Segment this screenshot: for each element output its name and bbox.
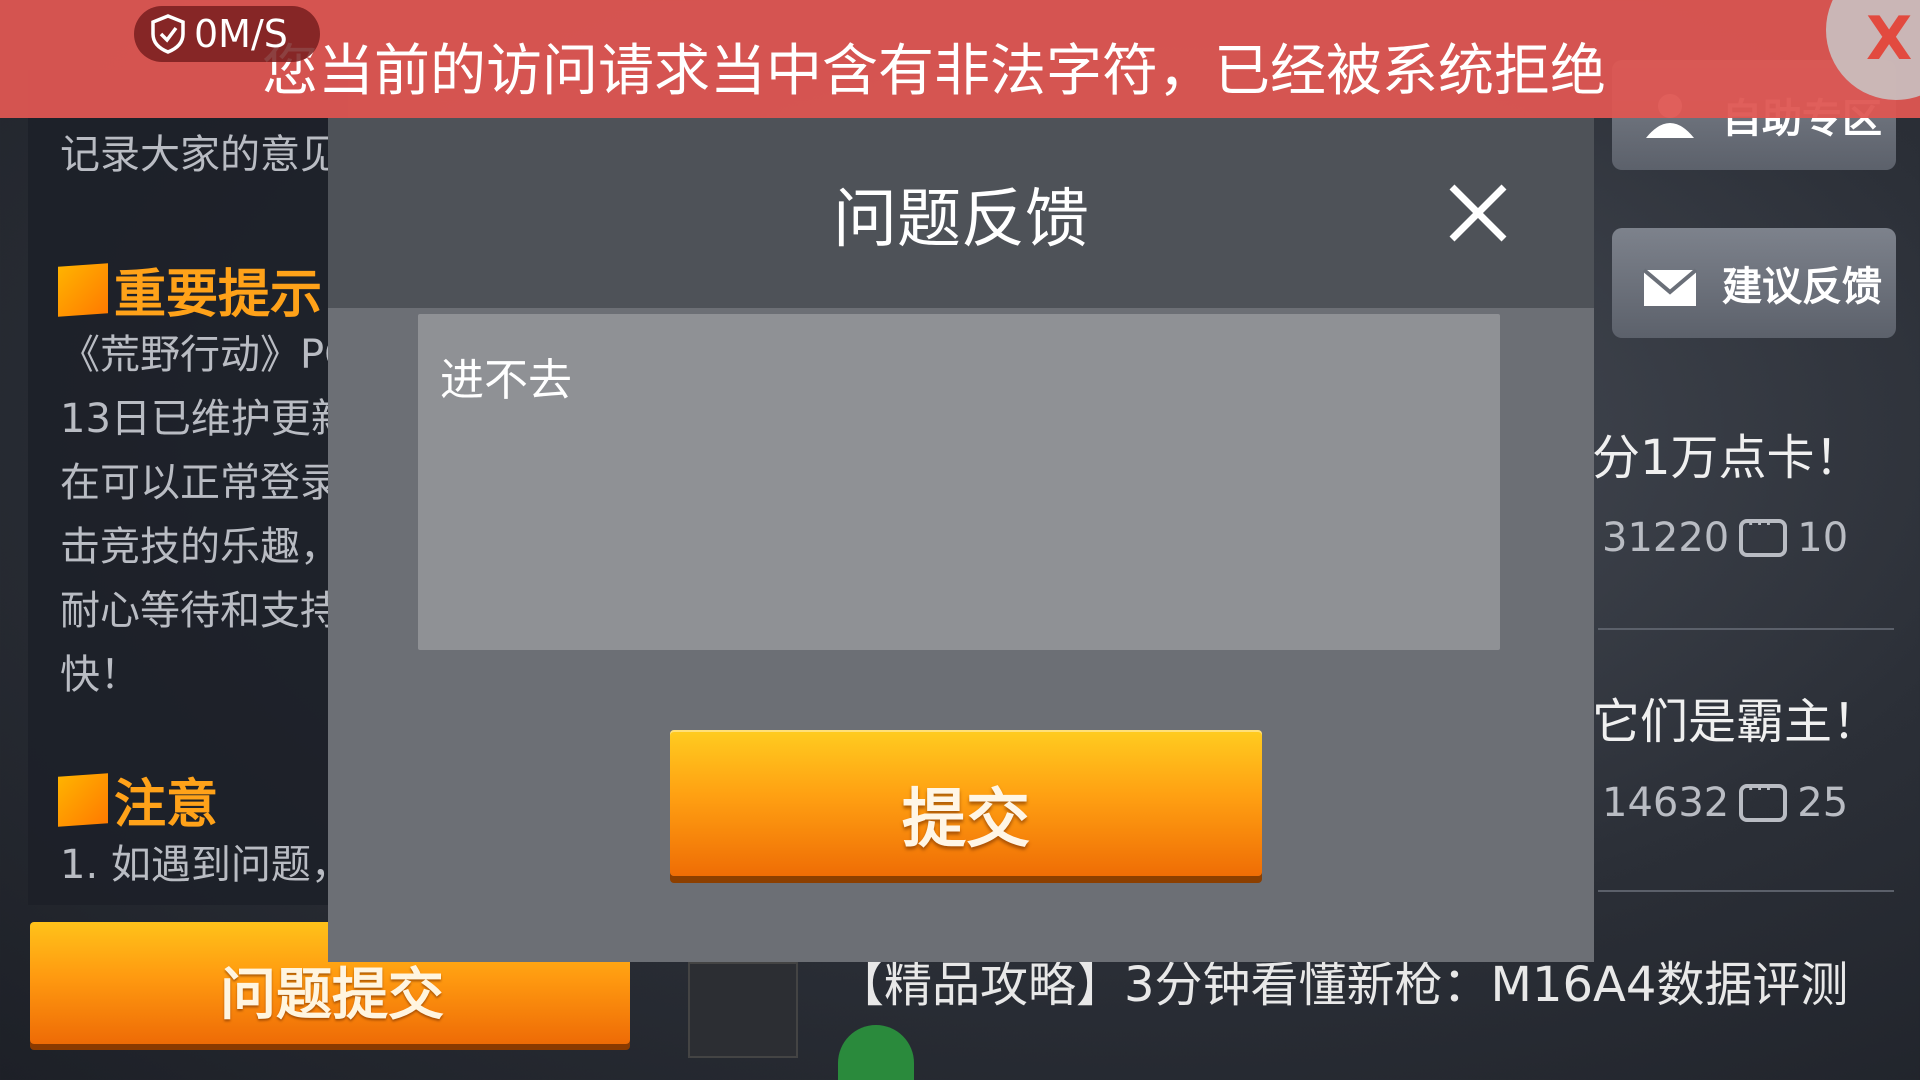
tab-feedback[interactable]: 建议反馈 xyxy=(1612,228,1896,338)
divider xyxy=(1598,890,1894,892)
avatar xyxy=(838,1025,914,1080)
comment-icon xyxy=(1739,772,1788,822)
notice-heading: 注意 xyxy=(58,762,218,837)
notice-line: 1. 如遇到问题， xyxy=(60,842,351,888)
close-icon: X xyxy=(1866,4,1913,74)
post-thumbnail[interactable] xyxy=(688,962,798,1058)
feedback-modal: 问题反馈 进不去 提交 xyxy=(328,118,1594,962)
submit-button[interactable]: 提交 xyxy=(670,730,1262,876)
modal-title: 问题反馈 xyxy=(833,183,1089,257)
view-count: 31220 xyxy=(1602,515,1730,561)
post-meta: 14632 25 xyxy=(1602,772,1849,826)
intro-text: 记录大家的意见 xyxy=(60,132,340,178)
important-heading: 重要提示 xyxy=(58,252,322,327)
envelope-icon xyxy=(1642,268,1698,306)
important-line: 快！ xyxy=(60,652,140,698)
important-line: 《荒野行动》PC xyxy=(60,332,353,378)
network-speed-badge: 0M/S xyxy=(134,6,320,62)
comment-icon xyxy=(1739,507,1788,557)
bullet-square-icon xyxy=(58,772,108,827)
close-icon xyxy=(1449,184,1507,242)
important-line: 耐心等待和支持 xyxy=(60,588,340,634)
comment-count: 25 xyxy=(1797,780,1849,826)
close-button[interactable] xyxy=(1438,173,1518,253)
shield-icon xyxy=(151,14,185,54)
important-line: 击竞技的乐趣， xyxy=(60,524,340,570)
important-line: 在可以正常登录 xyxy=(60,460,340,506)
comment-count: 10 xyxy=(1797,515,1849,561)
important-line: 13日已维护更新 xyxy=(60,396,351,442)
post-meta: 31220 10 xyxy=(1602,507,1849,561)
view-count: 14632 xyxy=(1602,780,1730,826)
feedback-textarea[interactable]: 进不去 xyxy=(418,314,1500,650)
post-title[interactable]: 分1万点卡！ xyxy=(1592,418,1863,488)
divider xyxy=(1598,628,1894,630)
post-title[interactable]: 它们是霸主！ xyxy=(1592,682,1880,752)
bullet-square-icon xyxy=(58,262,108,317)
error-message: 您当前的访问请求当中含有非法字符，已经被系统拒绝 xyxy=(262,39,1606,104)
